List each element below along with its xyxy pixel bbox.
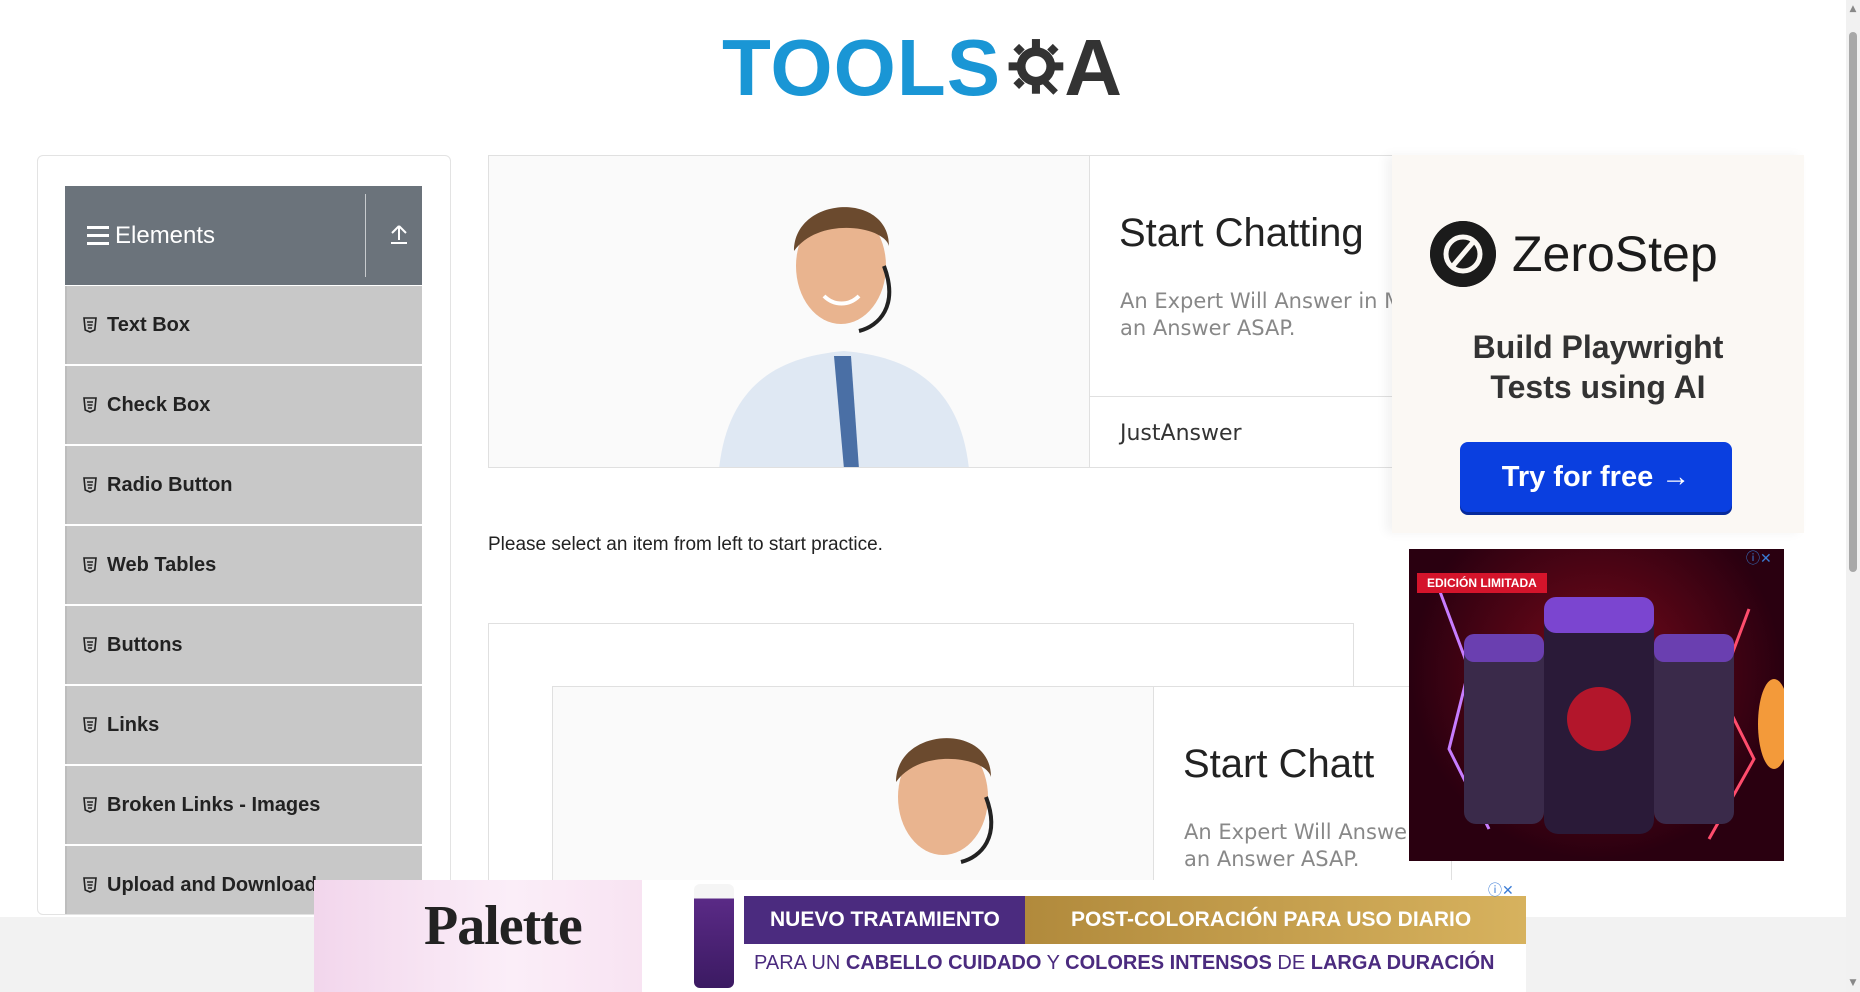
ad-title: Start Chatt: [1183, 742, 1375, 786]
ad-subtitle-line2: an Answer ASAP.: [1184, 847, 1360, 871]
sidebar-item-radio-button[interactable]: Radio Button: [65, 446, 422, 524]
trident-product-image: [1437, 588, 1784, 840]
palette-band-1: NUEVO TRATAMIENTO: [744, 896, 1039, 944]
adchoices-icon[interactable]: ⓘ✕: [1746, 548, 1772, 568]
tagline-bold3: LARGA DURACIÓN: [1310, 952, 1495, 974]
group-title: Elements: [115, 221, 216, 249]
elements-group-header[interactable]: Elements: [65, 186, 422, 285]
sidebar-item-label: Text Box: [107, 313, 190, 336]
ad-subtitle-line1: An Expert Will Answe: [1184, 820, 1408, 844]
html5-icon: [83, 797, 97, 813]
html5-icon: [83, 877, 97, 893]
ad-title: Start Chatting: [1119, 211, 1364, 255]
sidebar-item-label: Links: [107, 713, 160, 736]
ad-brand: JustAnswer: [1120, 421, 1242, 446]
scrollbar-thumb[interactable]: [1849, 32, 1857, 572]
sidebar-item-broken-links-images[interactable]: Broken Links - Images: [65, 766, 422, 844]
zerostep-ad[interactable]: ZeroStep Build Playwright Tests using AI…: [1392, 155, 1804, 533]
support-agent-photo: [489, 156, 1090, 467]
palette-brand: Palette: [424, 895, 583, 957]
hamburger-icon: [87, 226, 109, 245]
tagline-part1: PARA UN: [754, 952, 846, 974]
adchoices-close-icon[interactable]: ⓘ✕: [1488, 880, 1514, 900]
palette-banner-ad[interactable]: Palette NUEVO TRATAMIENTO POST-COLORACIÓ…: [314, 880, 1526, 992]
sidebar-item-links[interactable]: Links: [65, 686, 422, 764]
zerostep-name: ZeroStep: [1512, 226, 1718, 282]
sidebar-item-buttons[interactable]: Buttons: [65, 606, 422, 684]
html5-icon: [83, 477, 97, 493]
logo-a-text: A: [1064, 23, 1122, 112]
logo-tools-text: TOOLS: [722, 23, 1002, 112]
sidebar-item-label: Upload and Download: [107, 873, 317, 896]
zerostep-tagline: Build Playwright Tests using AI: [1392, 327, 1804, 407]
zerostep-logo-icon: [1430, 221, 1496, 287]
justanswer-ad-card[interactable]: Start Chatting An Expert Will Answer in …: [488, 155, 1512, 468]
html5-icon: [83, 717, 97, 733]
tagline-bold1: CABELLO CUIDADO: [845, 952, 1042, 974]
scroll-down-arrow-icon[interactable]: ▼: [1848, 978, 1858, 988]
tagline-bold2: COLORES INTENSOS: [1065, 952, 1272, 974]
zerostep-tagline-line2: Tests using AI: [1490, 369, 1706, 405]
try-for-free-button[interactable]: Try for free →: [1460, 442, 1732, 512]
html5-icon: [83, 317, 97, 333]
tagline-part3: DE: [1271, 952, 1311, 974]
zerostep-tagline-line1: Build Playwright: [1472, 329, 1724, 365]
ad-subtitle-line2: an Answer ASAP.: [1120, 316, 1296, 340]
html5-icon: [83, 637, 97, 653]
sidebar-item-label: Web Tables: [107, 553, 217, 576]
html5-icon: [83, 397, 97, 413]
sidebar-item-check-box[interactable]: Check Box: [65, 366, 422, 444]
scroll-up-arrow-icon[interactable]: ▲: [1848, 4, 1858, 14]
sidebar-item-text-box[interactable]: Text Box: [65, 286, 422, 364]
product-tube-image: [694, 884, 734, 988]
elements-menu-list: Text Box Check Box Radio Button Web Tabl…: [65, 286, 422, 914]
header-divider: [365, 194, 366, 277]
sidebar-item-label: Radio Button: [107, 473, 233, 496]
sidebar-item-label: Check Box: [107, 393, 211, 416]
toolsqa-logo[interactable]: TOOLS A: [722, 20, 1122, 116]
sidebar-item-web-tables[interactable]: Web Tables: [65, 526, 422, 604]
sidebar-item-label: Buttons: [107, 633, 183, 656]
collapse-up-icon[interactable]: [387, 222, 411, 246]
ad-subtitle-line1: An Expert Will Answer in Mi: [1120, 289, 1409, 313]
practice-instruction: Please select an item from left to start…: [488, 534, 883, 555]
limited-edition-badge: EDICIÓN LIMITADA: [1417, 573, 1547, 593]
sidebar-item-label: Broken Links - Images: [107, 793, 321, 816]
tagline-part2: Y: [1041, 952, 1066, 974]
vertical-scrollbar[interactable]: ▲ ▼: [1846, 0, 1860, 992]
left-sidebar: Elements Text Box Check Box Radio Button…: [37, 155, 451, 915]
trident-ad[interactable]: EDICIÓN LIMITADA: [1409, 549, 1784, 861]
palette-brand-area: Palette: [314, 880, 642, 992]
html5-icon: [83, 557, 97, 573]
palette-tagline: PARA UN CABELLO CUIDADO Y COLORES INTENS…: [754, 952, 1494, 975]
palette-band-2: POST-COLORACIÓN PARA USO DIARIO: [1025, 896, 1526, 944]
gear-magnifier-icon: [1008, 39, 1064, 95]
